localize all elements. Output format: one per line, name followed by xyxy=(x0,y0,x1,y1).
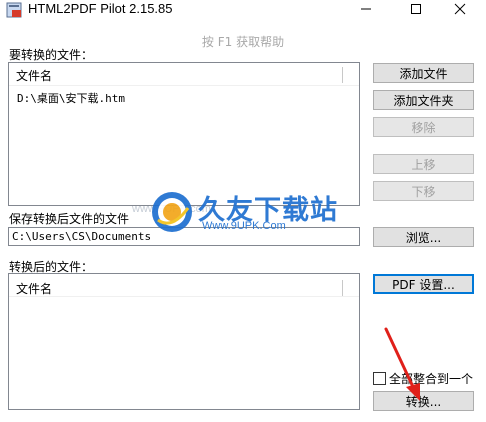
move-down-button[interactable]: 下移 xyxy=(373,181,474,201)
close-icon xyxy=(454,3,466,15)
column-header-filename[interactable]: 文件名 xyxy=(16,280,52,297)
column-separator[interactable] xyxy=(342,280,343,296)
source-file-list[interactable]: 文件名 D:\桌面\安下载.htm xyxy=(8,62,360,206)
output-files-label: 转换后的文件： xyxy=(9,260,94,274)
red-arrow-annotation xyxy=(384,327,420,401)
list-item[interactable]: D:\桌面\安下载.htm xyxy=(17,90,125,106)
watermark-url: Www.9UPK.Com xyxy=(202,220,286,232)
close-button[interactable] xyxy=(440,0,480,18)
watermark: 久友下载站 Www.9UPK.Com xyxy=(150,188,340,236)
browse-button[interactable]: 浏览... xyxy=(373,227,474,247)
window-title: HTML2PDF Pilot 2.15.85 xyxy=(28,1,173,16)
save-location-label: 保存转换后文件的文件 xyxy=(9,212,130,226)
source-files-label: 要转换的文件： xyxy=(9,48,94,62)
list-header: 文件名 xyxy=(9,274,359,297)
add-file-button[interactable]: 添加文件 xyxy=(373,63,474,83)
column-header-filename[interactable]: 文件名 xyxy=(16,67,52,84)
app-icon xyxy=(6,2,22,18)
title-bar: HTML2PDF Pilot 2.15.85 xyxy=(0,0,486,30)
minimize-button[interactable] xyxy=(346,0,386,18)
maximize-icon xyxy=(411,4,421,14)
pdf-settings-button[interactable]: PDF 设置... xyxy=(373,274,474,294)
maximize-button[interactable] xyxy=(396,0,436,18)
minimize-icon xyxy=(361,8,371,10)
remove-button[interactable]: 移除 xyxy=(373,117,474,137)
add-folder-button[interactable]: 添加文件夹 xyxy=(373,90,474,110)
column-separator[interactable] xyxy=(342,67,343,83)
output-file-list[interactable]: 文件名 xyxy=(8,273,360,410)
list-header: 文件名 xyxy=(9,63,359,86)
move-up-button[interactable]: 上移 xyxy=(373,154,474,174)
watermark-logo-icon xyxy=(152,192,192,232)
